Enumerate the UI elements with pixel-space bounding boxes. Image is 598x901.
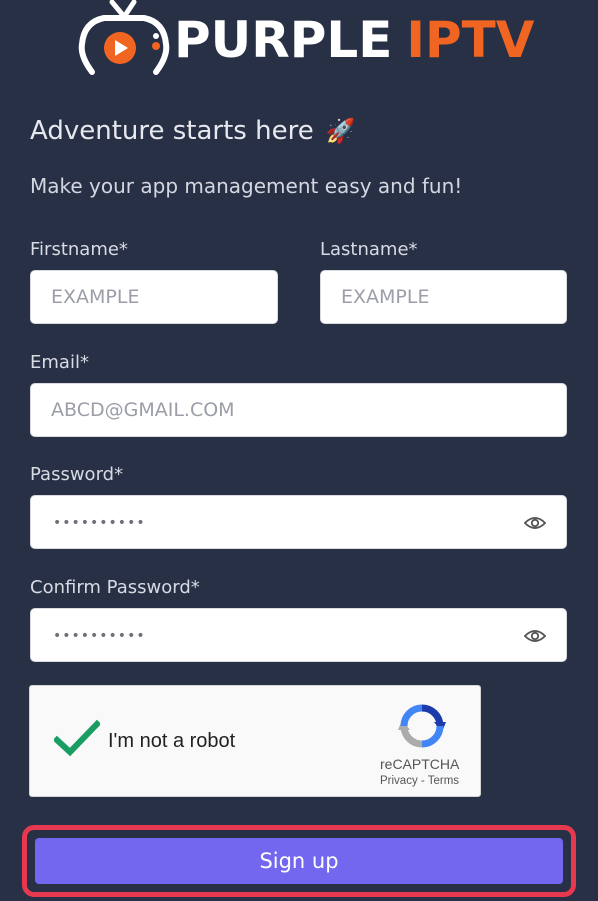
lastname-label: Lastname* xyxy=(320,239,418,260)
confirm-password-field[interactable]: •••••••••• xyxy=(30,608,567,662)
page-title-text: Adventure starts here xyxy=(30,116,314,146)
recaptcha-privacy-link[interactable]: Privacy xyxy=(380,775,418,787)
email-input[interactable] xyxy=(31,384,566,436)
firstname-label: Firstname* xyxy=(30,239,128,260)
eye-icon[interactable] xyxy=(524,626,546,646)
brand-logo: PURPLE IPTV xyxy=(78,0,538,80)
page-title: Adventure starts here 🚀 xyxy=(30,116,356,146)
recaptcha-logo-icon xyxy=(398,704,446,748)
rocket-icon: 🚀 xyxy=(325,117,356,145)
password-label: Password* xyxy=(30,464,124,485)
brand-name: PURPLE IPTV xyxy=(174,0,534,80)
checkmark-icon[interactable] xyxy=(54,718,100,758)
lastname-input[interactable] xyxy=(321,271,566,323)
recaptcha-links-separator: - xyxy=(417,775,428,787)
recaptcha-links: Privacy - Terms xyxy=(380,775,459,787)
recaptcha-label: I'm not a robot xyxy=(108,730,236,752)
confirm-password-value: •••••••••• xyxy=(53,628,146,644)
recaptcha-brand: reCAPTCHA xyxy=(380,756,460,772)
lastname-field[interactable] xyxy=(320,270,567,324)
firstname-input[interactable] xyxy=(31,271,277,323)
signup-button[interactable]: Sign up xyxy=(35,838,563,884)
brand-name-primary: PURPLE xyxy=(174,11,393,69)
password-field[interactable]: •••••••••• xyxy=(30,495,567,549)
eye-icon[interactable] xyxy=(524,513,546,533)
tv-play-icon xyxy=(78,0,170,80)
password-value: •••••••••• xyxy=(53,515,146,531)
email-field[interactable] xyxy=(30,383,567,437)
page-subtitle: Make your app management easy and fun! xyxy=(30,174,463,198)
email-label: Email* xyxy=(30,352,89,373)
signup-highlight: Sign up xyxy=(22,825,576,897)
recaptcha-terms-link[interactable]: Terms xyxy=(428,775,459,787)
firstname-field[interactable] xyxy=(30,270,278,324)
brand-name-accent: IPTV xyxy=(406,11,535,69)
confirm-password-label: Confirm Password* xyxy=(30,577,200,598)
recaptcha-widget[interactable]: I'm not a robot reCAPTCHA Privacy - Term… xyxy=(29,685,481,797)
